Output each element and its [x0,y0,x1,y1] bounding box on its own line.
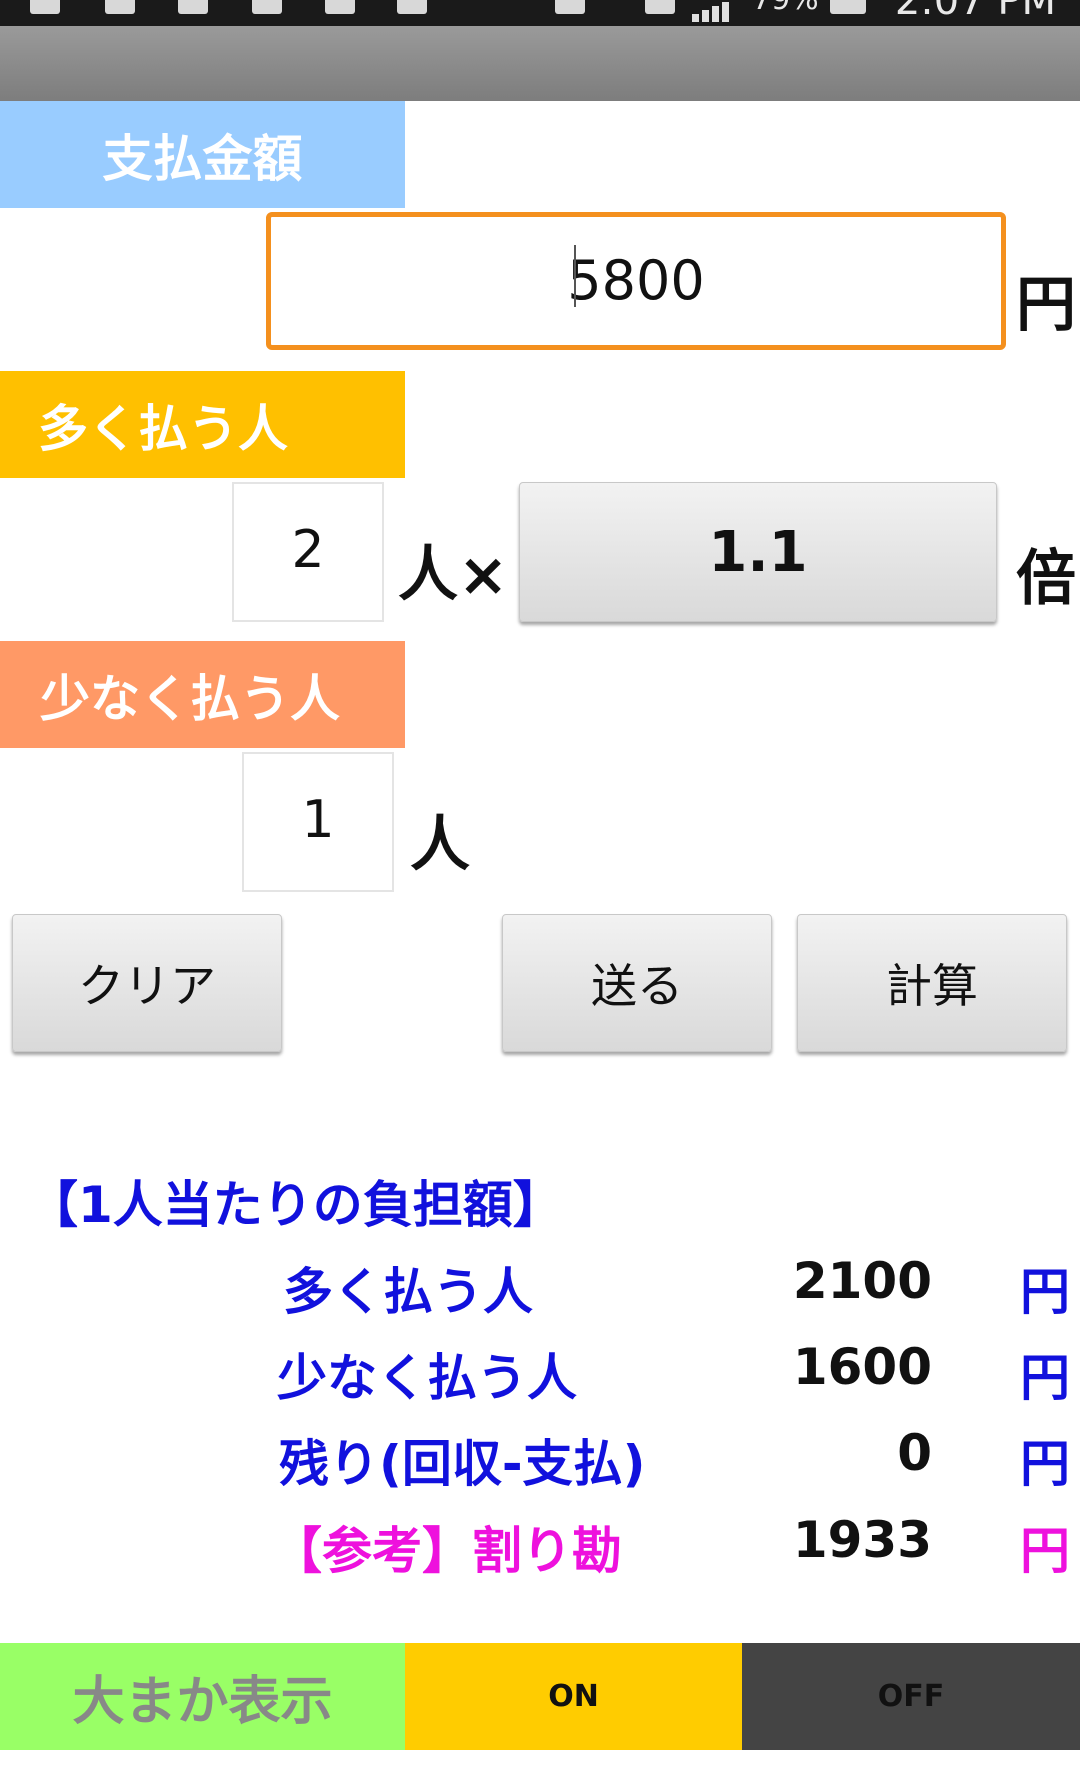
data-transfer-icon [645,0,675,14]
amount-section-label: 支払金額 [0,101,405,208]
send-button[interactable]: 送る [502,914,772,1052]
less-pay-section-label: 少なく払う人 [0,641,405,748]
amount-unit: 円 [1016,270,1076,340]
result-unit-remainder: 円 [1020,1435,1070,1493]
multiplier-button[interactable]: 1.1 [519,482,997,622]
calculate-button[interactable]: 計算 [797,914,1067,1052]
rough-display-label: 大まか表示 [0,1643,405,1750]
battery-icon [830,0,866,14]
multiplier-unit: 倍 [1016,544,1076,614]
toggle-off-label: OFF [877,1679,945,1714]
more-pay-count-input[interactable]: 2 [232,482,384,622]
toggle-on-label: ON [548,1679,599,1714]
result-label-reference: 【参考】割り勘 [272,1522,622,1580]
result-unit-reference: 円 [1020,1522,1070,1580]
less-pay-count-unit: 人 [410,810,470,880]
amount-input[interactable]: 5800 [266,212,1006,350]
battery-percent: 79% [752,0,819,17]
more-pay-count-unit: 人× [398,540,509,610]
result-unit-less: 円 [1020,1349,1070,1407]
toggle-off-button[interactable]: OFF [742,1643,1080,1750]
edit-icon [397,0,427,14]
result-value-reference: 1933 [792,1511,932,1569]
action-bar [0,26,1080,101]
less-pay-count-input[interactable]: 1 [242,752,394,892]
wifi-icon [555,0,585,14]
amount-value: 5800 [567,249,705,312]
results-title: 【1人当たりの負担額】 [28,1176,563,1234]
notification-icon [30,0,60,14]
app-icon [252,0,282,14]
calculate-button-label: 計算 [886,959,978,1013]
send-button-label: 送る [591,959,683,1013]
shield-icon [325,0,355,14]
result-label-remainder: 残り(回収-支払) [279,1435,646,1493]
result-unit-more: 円 [1020,1263,1070,1321]
multiplier-value: 1.1 [708,519,808,585]
clear-button[interactable]: クリア [12,914,282,1052]
result-value-more: 2100 [792,1252,932,1310]
more-pay-section-label: 多く払う人 [0,371,405,478]
notification-icon [105,0,135,14]
toggle-on-button[interactable]: ON [405,1643,742,1750]
result-label-less: 少なく払う人 [277,1349,577,1407]
result-value-remainder: 0 [897,1424,932,1482]
text-caret [574,245,576,307]
clock: 2:07 PM [894,0,1056,24]
result-value-less: 1600 [792,1338,932,1396]
status-bar: 79% 2:07 PM [0,0,1080,26]
result-label-more: 多く払う人 [283,1263,533,1321]
download-icon [178,0,208,14]
clear-button-label: クリア [78,959,216,1013]
